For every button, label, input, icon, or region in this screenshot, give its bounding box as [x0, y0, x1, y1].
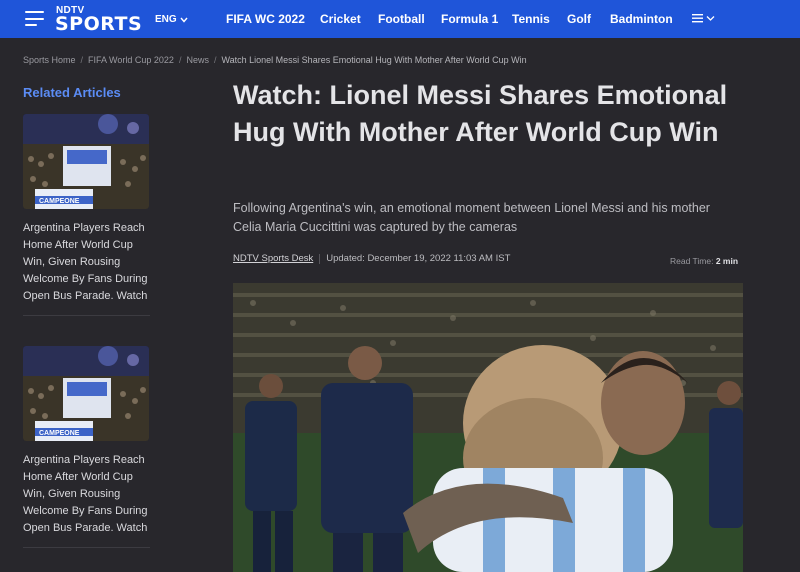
nav-link-badminton[interactable]: Badminton [610, 12, 673, 26]
nav-link-cricket[interactable]: Cricket [320, 12, 361, 26]
breadcrumb-current: Watch Lionel Messi Shares Emotional Hug … [221, 55, 527, 65]
language-selector[interactable]: ENG [155, 14, 188, 25]
svg-text:CAMPEONE: CAMPEONE [39, 430, 80, 437]
divider [23, 315, 150, 316]
breadcrumb-link-fifa-world-cup[interactable]: FIFA World Cup 2022 [88, 55, 174, 65]
breadcrumb-separator: / [80, 55, 84, 65]
language-label: ENG [155, 14, 177, 25]
breadcrumb-link-news[interactable]: News [186, 55, 209, 65]
article-summary: Following Argentina's win, an emotional … [233, 201, 710, 234]
top-navigation-bar: NDTV SPORTS ENG FIFA WC 2022 Cricket Footb… [0, 0, 800, 38]
article-headline: Watch: Lionel Messi Shares Emotional Hug… [233, 80, 728, 147]
chevron-down-icon [180, 17, 188, 23]
related-article-thumbnail[interactable]: CAMPEONE [23, 114, 149, 209]
related-article-card[interactable]: CAMPEONE Argentina Players Reach Home Af… [23, 346, 150, 548]
breadcrumb-link-sports-home[interactable]: Sports Home [23, 55, 76, 65]
more-menu-button[interactable] [692, 13, 715, 23]
logo-sports-text: SPORTS [55, 13, 143, 35]
related-article-thumbnail[interactable]: CAMPEONE [23, 346, 149, 441]
updated-timestamp: Updated: December 19, 2022 11:03 AM IST [326, 253, 511, 264]
nav-link-formula-1[interactable]: Formula 1 [441, 12, 498, 26]
nav-link-fifa-wc-2022[interactable]: FIFA WC 2022 [226, 12, 305, 26]
related-article-card[interactable]: CAMPEONE Argentina Players Reach Home Af… [23, 114, 150, 316]
menu-lines-icon [692, 14, 703, 23]
breadcrumb-separator: / [178, 55, 182, 65]
nav-link-football[interactable]: Football [378, 12, 425, 26]
ndtv-sports-logo[interactable]: NDTV SPORTS [55, 5, 151, 35]
breadcrumb: Sports Home / FIFA World Cup 2022 / News… [23, 55, 527, 65]
breadcrumb-separator: / [213, 55, 217, 65]
chevron-down-icon [706, 15, 715, 21]
article-byline: NDTV Sports Desk Updated: December 19, 2… [233, 253, 510, 264]
read-time: Read Time: 2 min [670, 256, 738, 266]
article-hero-image[interactable] [233, 283, 743, 572]
nav-link-tennis[interactable]: Tennis [512, 12, 550, 26]
related-article-title[interactable]: Argentina Players Reach Home After World… [23, 452, 150, 537]
author-link[interactable]: NDTV Sports Desk [233, 253, 313, 264]
nav-link-golf[interactable]: Golf [567, 12, 591, 26]
hamburger-menu-icon[interactable] [25, 11, 44, 26]
read-time-label: Read Time: [670, 256, 714, 266]
divider [23, 547, 150, 548]
read-time-value: 2 min [715, 256, 739, 266]
svg-text:CAMPEONE: CAMPEONE [39, 198, 80, 205]
divider [319, 253, 321, 264]
related-article-title[interactable]: Argentina Players Reach Home After World… [23, 220, 150, 305]
related-articles-heading: Related Articles [23, 85, 121, 100]
